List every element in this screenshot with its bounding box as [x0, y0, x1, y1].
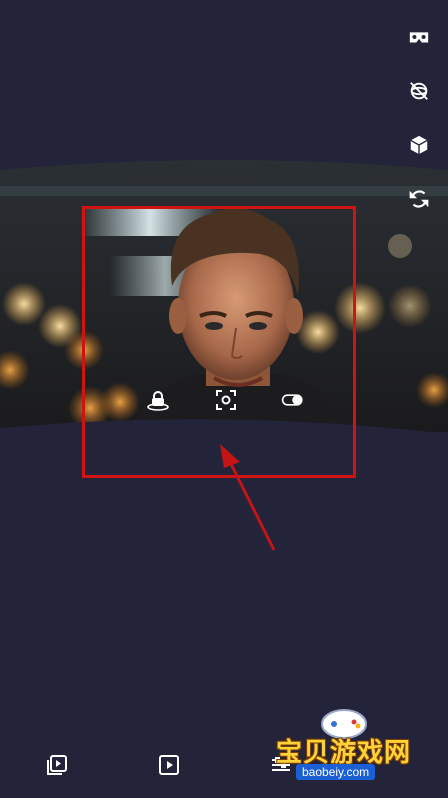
watermark: 宝贝游戏网 baobeiy.com: [270, 704, 420, 794]
gyroscope-off-icon[interactable]: [404, 76, 434, 106]
annotation-arrow: [220, 444, 276, 551]
play-icon[interactable]: [154, 750, 184, 780]
rotate-icon[interactable]: [404, 184, 434, 214]
app-screen: 宝贝游戏网 baobeiy.com: [0, 0, 448, 798]
video-gallery-icon[interactable]: [42, 750, 72, 780]
watermark-url: baobeiy.com: [296, 764, 376, 780]
highlight-box: [82, 206, 356, 478]
cube-icon[interactable]: [404, 130, 434, 160]
vr-headset-icon[interactable]: [404, 22, 434, 52]
right-toolbar: [404, 22, 434, 238]
